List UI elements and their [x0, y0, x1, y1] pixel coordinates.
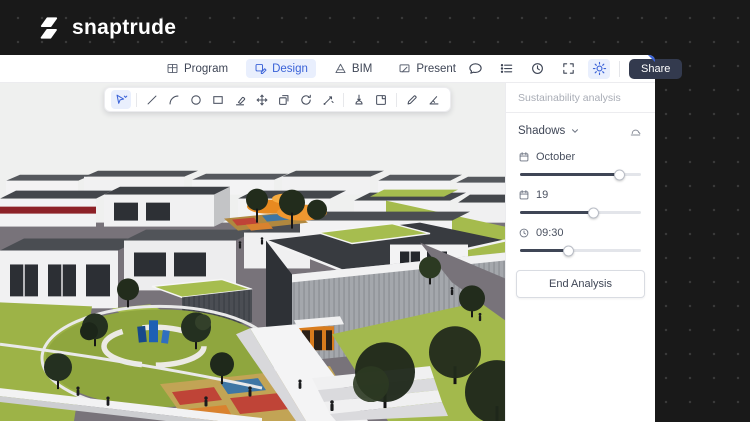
- list-icon[interactable]: [495, 59, 517, 79]
- header-divider: [619, 61, 620, 77]
- calendar-icon: [518, 189, 530, 201]
- move-tool-icon[interactable]: [252, 90, 272, 109]
- select-tool-icon[interactable]: [111, 90, 131, 109]
- push-pull-tool-icon[interactable]: [349, 90, 369, 109]
- tab-bim-label: BIM: [352, 63, 372, 75]
- end-analysis-button[interactable]: End Analysis: [516, 270, 645, 298]
- toolbar-divider: [136, 93, 137, 107]
- pen-tool-icon[interactable]: [402, 90, 422, 109]
- drawing-toolbar: [104, 87, 451, 112]
- brand-name: snaptrude: [72, 16, 176, 40]
- month-slider[interactable]: [520, 173, 641, 176]
- arc-tool-icon[interactable]: [164, 90, 184, 109]
- radial-array-tool-icon[interactable]: [318, 90, 338, 109]
- month-slider-row: October: [506, 142, 655, 180]
- copy-tool-icon[interactable]: [274, 90, 294, 109]
- tab-present-label: Present: [416, 63, 456, 75]
- tab-present[interactable]: Present: [390, 59, 464, 78]
- clock-icon: [518, 227, 530, 239]
- cloud-icon[interactable]: [628, 123, 643, 138]
- panel-title: Sustainability analysis: [506, 83, 655, 112]
- toolbar-divider: [343, 93, 344, 107]
- month-slider-thumb[interactable]: [614, 169, 625, 180]
- line-tool-icon[interactable]: [142, 90, 162, 109]
- sustainability-panel: Sustainability analysis Shadows October: [505, 83, 655, 421]
- share-button[interactable]: Share: [629, 59, 682, 79]
- tab-bim[interactable]: BIM: [326, 59, 380, 78]
- window-body: Sustainability analysis Shadows October: [0, 83, 655, 421]
- sun-icon[interactable]: [588, 59, 610, 79]
- section-tool-icon[interactable]: [371, 90, 391, 109]
- rectangle-tool-icon[interactable]: [208, 90, 228, 109]
- toolbar-divider: [396, 93, 397, 107]
- month-value: October: [536, 151, 575, 163]
- shadows-mode-row: Shadows: [506, 113, 655, 142]
- 3d-viewport[interactable]: [0, 83, 505, 421]
- eraser-tool-icon[interactable]: [230, 90, 250, 109]
- chevron-down-icon[interactable]: [570, 126, 580, 136]
- header-actions: Share: [464, 59, 690, 79]
- tab-program-label: Program: [184, 63, 228, 75]
- history-icon[interactable]: [526, 59, 548, 79]
- comment-icon[interactable]: [464, 59, 486, 79]
- fit-view-icon[interactable]: [557, 59, 579, 79]
- circle-tool-icon[interactable]: [186, 90, 206, 109]
- top-brand-bar: snaptrude: [0, 0, 750, 55]
- shadows-label[interactable]: Shadows: [518, 125, 565, 137]
- time-slider-row: 09:30: [506, 218, 655, 256]
- tab-program[interactable]: Program: [158, 59, 236, 78]
- bim-icon: [334, 62, 347, 75]
- present-icon: [398, 62, 411, 75]
- time-slider-thumb[interactable]: [563, 245, 574, 256]
- window-header: Program Design BIM Present: [0, 55, 655, 83]
- day-value: 19: [536, 189, 548, 201]
- mode-tabs: Program Design BIM Present: [158, 59, 464, 78]
- grid-icon: [166, 62, 179, 75]
- day-slider[interactable]: [520, 211, 641, 214]
- rotate-tool-icon[interactable]: [296, 90, 316, 109]
- time-slider[interactable]: [520, 249, 641, 252]
- measure-tool-icon[interactable]: [424, 90, 444, 109]
- time-value: 09:30: [536, 227, 564, 239]
- tab-design[interactable]: Design: [246, 59, 316, 78]
- snaptrude-logo-icon: [36, 15, 62, 41]
- tab-design-label: Design: [272, 63, 308, 75]
- design-pen-icon: [254, 62, 267, 75]
- day-slider-thumb[interactable]: [588, 207, 599, 218]
- campus-3d-model: [0, 83, 505, 421]
- app-window: Program Design BIM Present: [0, 55, 655, 422]
- day-slider-row: 19: [506, 180, 655, 218]
- calendar-icon: [518, 151, 530, 163]
